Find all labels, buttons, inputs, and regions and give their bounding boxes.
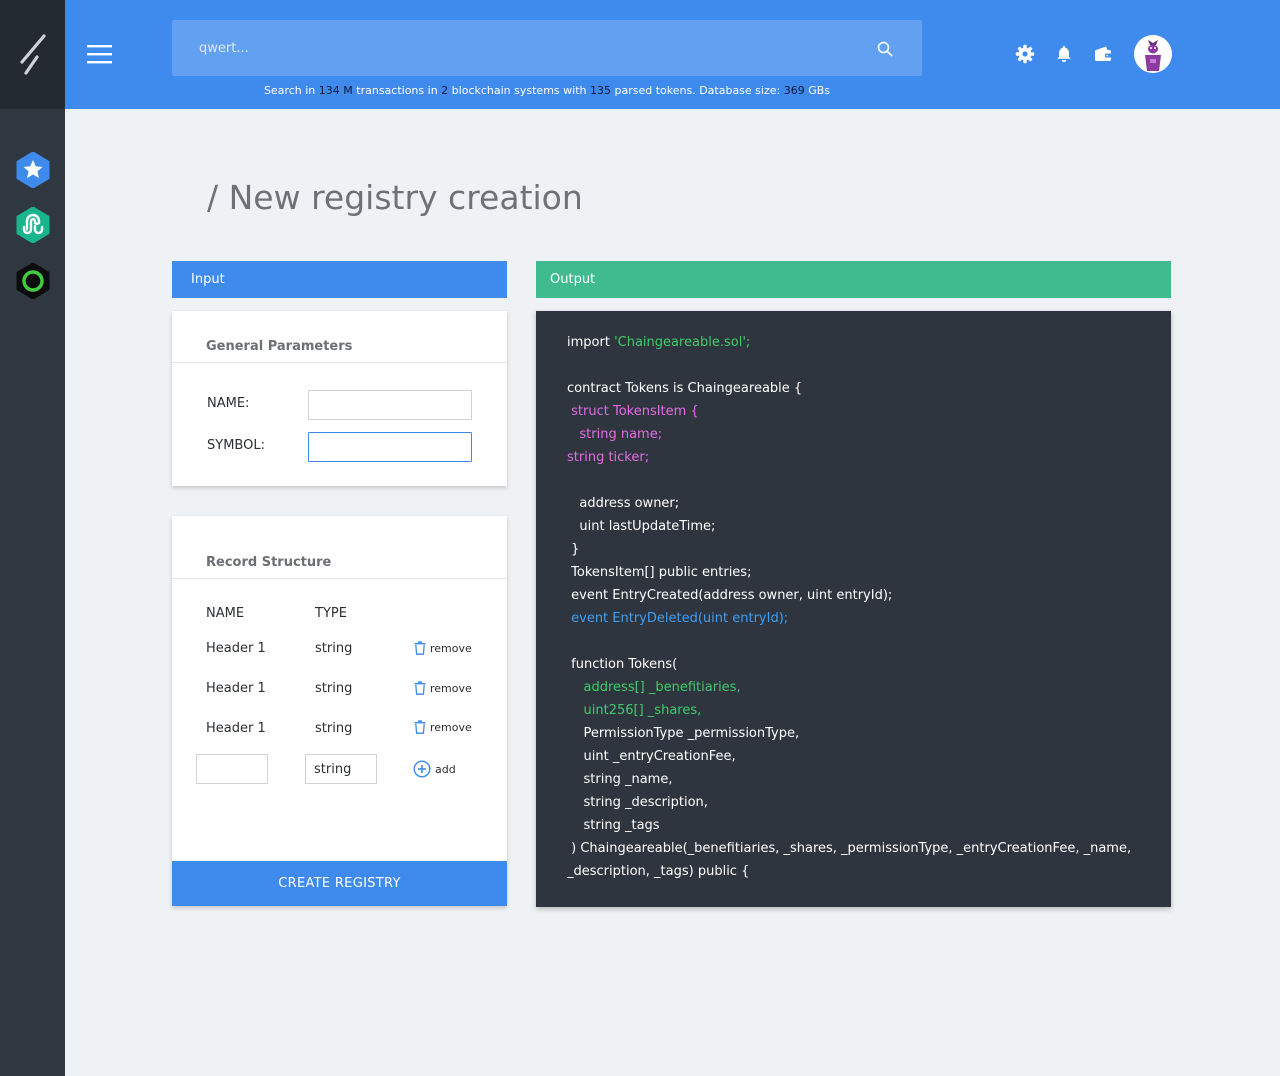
new-field-type-input[interactable] <box>305 754 377 784</box>
remove-row-button[interactable]: remove <box>414 641 472 655</box>
menu-button[interactable] <box>87 42 112 66</box>
record-row-name: Header 1 <box>206 721 266 736</box>
output-panel-header: Output <box>536 261 1171 298</box>
remove-label: remove <box>430 720 472 734</box>
code-line: PermissionType _permissionType, <box>567 726 800 741</box>
stats-tokens-count: 135 <box>589 84 611 97</box>
user-avatar[interactable] <box>1134 35 1172 73</box>
symbol-field[interactable] <box>308 432 472 462</box>
stats-db-size: 369 <box>783 84 805 97</box>
code-line: _description, _tags) public { <box>567 864 750 879</box>
sidebar <box>0 0 65 1076</box>
bell-icon <box>1057 46 1071 62</box>
remove-label: remove <box>430 681 472 695</box>
code-line: contract Tokens is Chaingeareable { <box>567 381 803 396</box>
search-button[interactable] <box>877 41 893 57</box>
divider <box>172 578 507 579</box>
record-row-type: string <box>315 641 353 656</box>
stats-suffix: GBs <box>808 84 831 97</box>
record-row-name: Header 1 <box>206 681 266 696</box>
code-line: event EntryCreated(address owner, uint e… <box>567 588 893 603</box>
remove-row-button[interactable]: remove <box>414 681 472 695</box>
code-line: address owner; <box>567 496 680 511</box>
column-header-type: TYPE <box>315 606 347 621</box>
stats-systems-count: 2 <box>441 84 449 97</box>
avatar-image <box>1134 35 1172 73</box>
code-line: struct TokensItem { <box>567 404 699 419</box>
code-line: ) Chaingeareable(_benefitiaries, _shares… <box>567 841 1132 856</box>
code-line: import 'Chaingeareable.sol'; <box>567 335 750 350</box>
symbol-label: SYMBOL: <box>207 438 265 453</box>
trash-icon <box>414 720 426 734</box>
input-panel-title: Input <box>191 272 225 287</box>
search-box <box>172 20 922 76</box>
logo[interactable] <box>0 0 65 109</box>
stats-text-2: blockchain systems with <box>451 84 587 97</box>
code-line: uint lastUpdateTime; <box>567 519 716 534</box>
remove-row-button[interactable]: remove <box>414 720 472 734</box>
general-parameters-card: General Parameters NAME: SYMBOL: <box>172 311 507 486</box>
create-registry-button[interactable]: CREATE REGISTRY <box>172 861 507 906</box>
search-icon <box>877 41 893 57</box>
name-field[interactable] <box>308 390 472 420</box>
sidebar-app-star[interactable] <box>15 151 51 189</box>
stats-prefix: Search in <box>263 84 316 97</box>
add-row-button[interactable]: add <box>413 760 456 778</box>
code-line: event EntryDeleted(uint entryId); <box>567 611 789 626</box>
search-stats: Search in 134 M transactions in 2 blockc… <box>172 84 922 97</box>
stumbleupon-icon <box>16 206 50 244</box>
star-badge-icon <box>16 151 50 189</box>
column-header-name: NAME <box>206 606 245 621</box>
general-parameters-title: General Parameters <box>206 339 353 354</box>
wallet-button[interactable] <box>1093 44 1113 64</box>
notifications-button[interactable] <box>1054 44 1074 64</box>
top-bar: Search in 134 M transactions in 2 blockc… <box>65 0 1280 109</box>
name-label: NAME: <box>207 396 250 411</box>
code-line: function Tokens( <box>567 657 678 672</box>
new-field-name-input[interactable] <box>196 754 268 784</box>
record-structure-title: Record Structure <box>206 555 332 570</box>
code-line: uint _entryCreationFee, <box>567 749 736 764</box>
code-line: uint256[] _shares, <box>567 703 702 718</box>
code-line: string _tags <box>567 818 660 833</box>
sidebar-app-stumbleupon[interactable] <box>15 206 51 244</box>
input-panel-header: Input <box>172 261 507 298</box>
code-line: string _name, <box>567 772 673 787</box>
record-row-type: string <box>315 681 353 696</box>
code-line: string name; <box>567 427 663 442</box>
ring-icon <box>16 262 50 300</box>
code-string: 'Chaingeareable.sol'; <box>614 335 751 350</box>
sidebar-app-ring[interactable] <box>15 262 51 300</box>
code-line: address[] _benefitiaries, <box>567 680 741 695</box>
stats-text-1: transactions in <box>356 84 438 97</box>
trash-icon <box>414 641 426 655</box>
record-row-type: string <box>315 721 353 736</box>
wallet-icon <box>1095 46 1112 61</box>
trash-icon <box>414 681 426 695</box>
code-output: import 'Chaingeareable.sol'; contract Tok… <box>536 311 1171 907</box>
hamburger-menu-icon <box>87 45 112 64</box>
output-panel-title: Output <box>550 272 596 287</box>
record-structure-card: Record Structure NAME TYPE Header 1 stri… <box>172 516 507 861</box>
code-line: TokensItem[] public entries; <box>567 565 752 580</box>
settings-button[interactable] <box>1015 44 1035 64</box>
stats-text-3: parsed tokens. Database size: <box>614 84 781 97</box>
stats-transactions-count: 134 M <box>318 84 353 97</box>
code-keyword: import <box>567 335 615 350</box>
record-row-name: Header 1 <box>206 641 266 656</box>
divider <box>172 362 507 363</box>
gear-icon <box>1015 44 1035 64</box>
code-line: string ticker; <box>567 450 650 465</box>
slash-logo-icon <box>19 33 46 75</box>
code-line: } <box>567 542 580 557</box>
page-title: / New registry creation <box>207 178 583 217</box>
search-input[interactable] <box>172 20 862 76</box>
remove-label: remove <box>430 641 472 655</box>
code-line: string _description, <box>567 795 708 810</box>
plus-circle-icon <box>413 760 431 778</box>
add-label: add <box>435 762 456 776</box>
